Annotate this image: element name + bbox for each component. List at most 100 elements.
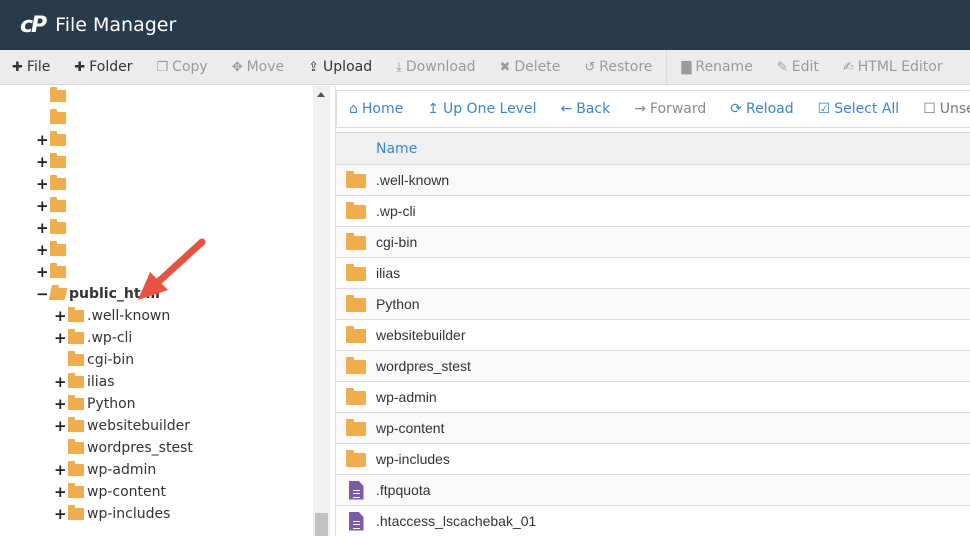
tree-item[interactable]: cgi-bin: [54, 349, 134, 371]
expand-icon[interactable]: +: [54, 373, 67, 391]
table-row[interactable]: websitebuilder: [336, 320, 970, 351]
file-name[interactable]: .wp-cli: [376, 203, 416, 219]
tree-item[interactable]: +: [36, 195, 69, 217]
tree-scrollbar[interactable]: [313, 86, 330, 536]
tree-item[interactable]: + wp-content: [54, 481, 166, 503]
toolbar-rename-button[interactable]: ▇ Rename: [669, 50, 764, 84]
toolbar-html-editor-button[interactable]: ✍ HTML Editor: [831, 50, 955, 84]
tree-item-label[interactable]: Python: [87, 396, 136, 412]
tree-item[interactable]: +: [36, 151, 69, 173]
tree-item[interactable]: + websitebuilder: [54, 415, 190, 437]
file-name[interactable]: wp-content: [376, 420, 444, 436]
tree-item[interactable]: + ilias: [54, 371, 115, 393]
toolbar-button-label: Copy: [172, 59, 208, 75]
expand-icon[interactable]: +: [36, 175, 49, 193]
table-row[interactable]: ilias: [336, 258, 970, 289]
file-name[interactable]: websitebuilder: [376, 327, 466, 343]
file-name[interactable]: ilias: [376, 265, 400, 281]
toolbar-button-label: Folder: [89, 59, 133, 75]
tree-item[interactable]: +: [36, 239, 69, 261]
collapse-icon[interactable]: −: [36, 285, 49, 303]
column-header-name[interactable]: Name: [376, 141, 417, 157]
tree-item-label[interactable]: cgi-bin: [87, 352, 134, 368]
file-name[interactable]: cgi-bin: [376, 234, 417, 250]
table-row[interactable]: wp-content: [336, 413, 970, 444]
file-name[interactable]: .htaccess_lscachebak_01: [376, 513, 536, 529]
tree-item[interactable]: [36, 107, 69, 129]
expand-icon[interactable]: +: [54, 483, 67, 501]
upload-icon: ⇪: [308, 59, 320, 75]
expand-icon[interactable]: +: [36, 153, 49, 171]
scrollbar-thumb[interactable]: [315, 513, 328, 536]
table-row[interactable]: .htaccess_lscachebak_01: [336, 506, 970, 536]
table-row[interactable]: .wp-cli: [336, 196, 970, 227]
file-name[interactable]: wordpres_stest: [376, 358, 471, 374]
table-row[interactable]: wp-admin: [336, 382, 970, 413]
expand-icon[interactable]: +: [36, 131, 49, 149]
nav-reload-button[interactable]: ⟳ Reload: [718, 101, 805, 117]
toolbar-upload-button[interactable]: ⇪ Upload: [296, 50, 384, 84]
cpanel-logo[interactable]: cP: [20, 13, 47, 38]
expand-icon[interactable]: +: [54, 307, 67, 325]
tree-item[interactable]: wordpres_stest: [54, 437, 193, 459]
tree-item[interactable]: +: [36, 217, 69, 239]
tree-item-label[interactable]: websitebuilder: [87, 418, 190, 434]
tree-item[interactable]: +: [36, 129, 69, 151]
nav-up-one-level-button[interactable]: ↥ Up One Level: [415, 101, 548, 117]
tree-item[interactable]: + Python: [54, 393, 136, 415]
tree-item-label[interactable]: wp-includes: [87, 506, 170, 522]
home-icon: ⌂: [349, 101, 358, 117]
expand-icon[interactable]: +: [54, 417, 67, 435]
table-row[interactable]: .well-known: [336, 165, 970, 196]
file-name[interactable]: wp-admin: [376, 389, 437, 405]
tree-item[interactable]: +: [36, 261, 69, 283]
table-row[interactable]: cgi-bin: [336, 227, 970, 258]
expand-icon[interactable]: +: [54, 329, 67, 347]
tree-item-label[interactable]: wordpres_stest: [87, 440, 193, 456]
toolbar-delete-button[interactable]: ✖ Delete: [487, 50, 572, 84]
toolbar-restore-button[interactable]: ↺ Restore: [572, 50, 664, 84]
nav-select-all-button[interactable]: ☑ Select All: [806, 101, 912, 117]
table-row[interactable]: .ftpquota: [336, 475, 970, 506]
file-name[interactable]: .well-known: [376, 172, 449, 188]
table-row[interactable]: wp-includes: [336, 444, 970, 475]
arrow-left-icon: ←: [560, 101, 573, 117]
tree-item-label[interactable]: .wp-cli: [87, 330, 132, 346]
toolbar-edit-button[interactable]: ✎ Edit: [765, 50, 831, 84]
expand-icon[interactable]: +: [36, 241, 49, 259]
expand-icon[interactable]: +: [36, 219, 49, 237]
file-list-panel: ⌂ Home ↥ Up One Level ← Back → Forward ⟳ Reload ☑ S…: [335, 86, 970, 536]
tree-item[interactable]: + wp-admin: [54, 459, 156, 481]
tree-item[interactable]: + wp-includes: [54, 503, 170, 525]
file-text-icon: [348, 480, 364, 500]
file-name[interactable]: .ftpquota: [376, 482, 431, 498]
toolbar-copy-button[interactable]: ❐ Copy: [145, 50, 220, 84]
expand-icon[interactable]: +: [36, 197, 49, 215]
toolbar-download-button[interactable]: ⤓ Download: [384, 50, 487, 84]
expand-icon[interactable]: +: [54, 505, 67, 523]
nav-home-button[interactable]: ⌂ Home: [337, 101, 415, 117]
file-name[interactable]: Python: [376, 296, 420, 312]
toolbar-file-button[interactable]: ✚ File: [0, 50, 62, 84]
table-row[interactable]: wordpres_stest: [336, 351, 970, 382]
folder-icon: [50, 197, 66, 212]
tree-item-label[interactable]: ilias: [87, 374, 115, 390]
nav-forward-button[interactable]: → Forward: [622, 101, 718, 117]
tree-item[interactable]: + .wp-cli: [54, 327, 132, 349]
file-name[interactable]: wp-includes: [376, 451, 450, 467]
toolbar-move-button[interactable]: ✥ Move: [220, 50, 296, 84]
expand-icon[interactable]: +: [54, 395, 67, 413]
tree-item[interactable]: [36, 86, 69, 107]
expand-icon[interactable]: +: [54, 461, 67, 479]
nav-unselect-all-button[interactable]: ☐Unselect All: [911, 101, 970, 117]
toolbar-folder-button[interactable]: ✚ Folder: [62, 50, 144, 84]
table-row[interactable]: Python: [336, 289, 970, 320]
folder-icon: [346, 171, 366, 188]
expand-icon[interactable]: +: [36, 263, 49, 281]
tree-item[interactable]: +: [36, 173, 69, 195]
row-icon-cell: [336, 264, 376, 281]
scroll-up-icon[interactable]: [317, 92, 325, 97]
nav-back-button[interactable]: ← Back: [548, 101, 622, 117]
tree-item-label[interactable]: wp-admin: [87, 462, 156, 478]
tree-item-label[interactable]: wp-content: [87, 484, 166, 500]
